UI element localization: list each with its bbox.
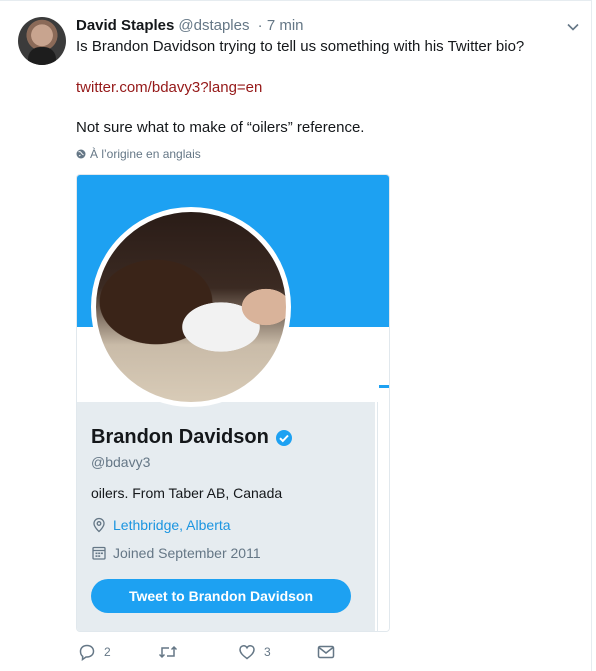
- tweet-text-line3: Not sure what to make of “oilers” refere…: [76, 119, 365, 136]
- verified-badge-icon: [275, 429, 293, 447]
- tweet-text-line1: Is Brandon Davidson trying to tell us so…: [76, 38, 525, 55]
- chevron-down-icon[interactable]: [566, 20, 580, 34]
- profile-bio: oilers. From Taber AB, Canada: [91, 485, 283, 501]
- tweet-actions: 2 3: [78, 643, 398, 663]
- profile-card-image[interactable]: Brandon Davidson @bdavy3 oilers. From Ta…: [76, 174, 390, 632]
- retweet-icon[interactable]: [158, 643, 178, 661]
- profile-location: Lethbridge, Alberta: [91, 517, 231, 533]
- profile-name: Brandon Davidson: [91, 426, 269, 448]
- profile-joined: Joined September 2011: [91, 545, 261, 561]
- joined-text: Joined September 2011: [113, 545, 261, 561]
- message-action[interactable]: [317, 643, 335, 661]
- location-text: Lethbridge, Alberta: [113, 517, 231, 533]
- calendar-icon: [91, 545, 107, 561]
- profile-name-row: Brandon Davidson: [91, 426, 293, 449]
- location-pin-icon: [91, 517, 107, 533]
- profile-photo: [91, 207, 291, 407]
- reply-action[interactable]: 2: [78, 643, 111, 661]
- reply-icon[interactable]: [78, 643, 96, 661]
- author-avatar[interactable]: [18, 17, 66, 65]
- card-side-strip: [377, 402, 389, 631]
- tweet-time[interactable]: · 7 min: [258, 17, 304, 34]
- message-icon[interactable]: [317, 643, 335, 661]
- retweet-action[interactable]: [158, 643, 186, 661]
- banner-edge: [379, 385, 389, 388]
- tweet-to-button: Tweet to Brandon Davidson: [91, 579, 351, 613]
- tweet-link[interactable]: twitter.com/bdavy3?lang=en: [76, 78, 262, 98]
- tweet-header: David Staples @dstaples · 7 min: [76, 16, 304, 36]
- profile-handle: @bdavy3: [91, 454, 151, 470]
- translation-label: À l’origine en anglais: [90, 147, 201, 161]
- like-action[interactable]: 3: [238, 643, 271, 661]
- author-handle[interactable]: @dstaples: [178, 17, 249, 34]
- like-icon[interactable]: [238, 643, 256, 661]
- globe-icon: [76, 149, 86, 159]
- translation-note[interactable]: À l’origine en anglais: [76, 147, 201, 161]
- reply-count: 2: [104, 645, 111, 659]
- author-name[interactable]: David Staples: [76, 17, 174, 34]
- like-count: 3: [264, 645, 271, 659]
